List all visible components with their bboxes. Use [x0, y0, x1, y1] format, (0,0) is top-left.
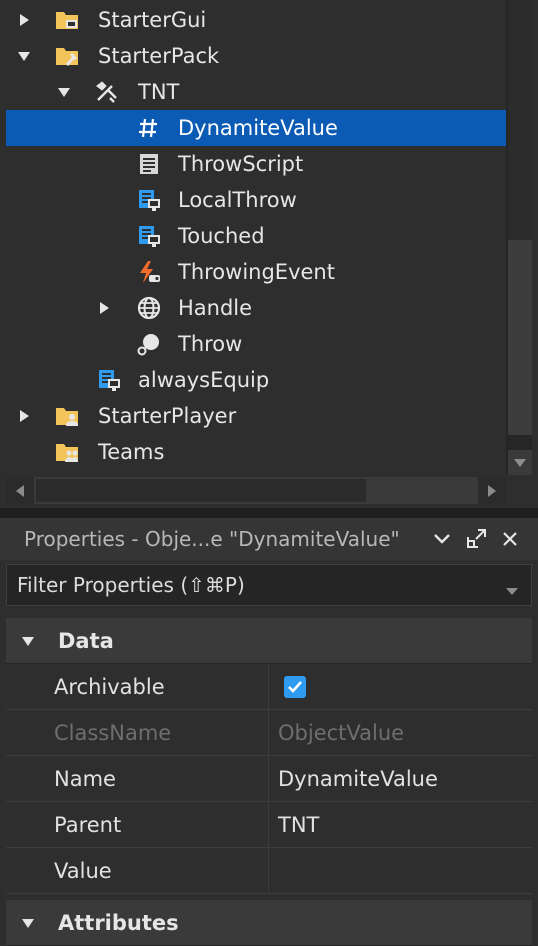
folder-pack-icon: [54, 44, 80, 68]
dropdown-arrow-icon[interactable]: [505, 581, 519, 600]
tree-item-label: StarterPack: [98, 44, 220, 68]
scrollbar-thumb[interactable]: [36, 479, 366, 502]
chevron-left-icon: [16, 484, 24, 497]
tree-item-label: TNT: [138, 80, 180, 104]
properties-title: Properties - Obje...e "DynamiteValue": [24, 527, 400, 551]
column-separator: [268, 802, 269, 848]
animation-icon: [136, 332, 162, 356]
tree-item-throwingevent[interactable]: ThrowingEvent: [6, 254, 506, 290]
property-row-value[interactable]: Value: [6, 848, 532, 894]
tree-item-startergui[interactable]: StarterGui: [6, 2, 506, 38]
vertical-scrollbar[interactable]: [506, 0, 532, 475]
tree-item-teams[interactable]: Teams: [6, 434, 506, 470]
tree-item-label: ThrowScript: [178, 152, 304, 176]
tree-item-label: alwaysEquip: [138, 368, 270, 392]
expand-arrow-icon[interactable]: [14, 2, 34, 38]
tree-item-tnt[interactable]: TNT: [6, 74, 506, 110]
tree-item-throwscript[interactable]: ThrowScript: [6, 146, 506, 182]
collapse-arrow-icon[interactable]: [18, 618, 38, 664]
panel-divider[interactable]: [0, 508, 538, 518]
filter-properties[interactable]: [6, 564, 532, 606]
category-label: Attributes: [58, 911, 179, 935]
tree-item-handle[interactable]: Handle: [6, 290, 506, 326]
property-name: Archivable: [54, 675, 165, 699]
property-row-archivable[interactable]: Archivable: [6, 664, 532, 710]
close-icon[interactable]: [498, 527, 522, 551]
horizontal-scrollbar[interactable]: [6, 477, 506, 504]
property-name: ClassName: [54, 721, 172, 745]
tree-item-label: Teams: [98, 440, 165, 464]
category-data[interactable]: Data: [6, 618, 532, 664]
chevron-right-icon: [488, 484, 496, 497]
tree-item-label: Handle: [178, 296, 253, 320]
mesh-part-icon: [136, 296, 162, 320]
collapse-arrow-icon[interactable]: [18, 900, 38, 946]
property-row-classname: ClassName ObjectValue: [6, 710, 532, 756]
property-row-parent[interactable]: Parent TNT: [6, 802, 532, 848]
tree-item-label: StarterPlayer: [98, 404, 237, 428]
folder-gui-icon: [54, 8, 80, 32]
archivable-checkbox[interactable]: [284, 676, 306, 698]
folder-player-icon: [54, 404, 80, 428]
folder-teams-icon: [54, 440, 80, 464]
column-separator: [268, 848, 269, 894]
undock-icon[interactable]: [464, 527, 488, 551]
property-value: ObjectValue: [278, 721, 405, 745]
tree-item-starterplayer[interactable]: StarterPlayer: [6, 398, 506, 434]
property-name: Parent: [54, 813, 122, 837]
object-value-icon: [136, 116, 162, 140]
properties-header: Properties - Obje...e "DynamiteValue": [0, 518, 538, 560]
property-row-name[interactable]: Name DynamiteValue: [6, 756, 532, 802]
property-name: Name: [54, 767, 116, 791]
local-script-icon: [136, 224, 162, 248]
tree-item-dynamitevalue[interactable]: DynamiteValue: [6, 110, 506, 146]
scroll-down-button[interactable]: [508, 450, 532, 475]
column-separator: [268, 710, 269, 756]
scroll-right-button[interactable]: [478, 477, 506, 504]
property-value-parent[interactable]: TNT: [278, 802, 319, 848]
explorer-tree: StarterGui StarterPack TNT DynamiteValue: [6, 0, 506, 475]
tree-item-throw[interactable]: Throw: [6, 326, 506, 362]
property-value-name[interactable]: DynamiteValue: [278, 756, 438, 802]
local-script-icon: [96, 368, 122, 392]
scrollbar-track[interactable]: [508, 0, 532, 240]
tree-item-touched[interactable]: Touched: [6, 218, 506, 254]
explorer-panel: StarterGui StarterPack TNT DynamiteValue: [0, 0, 538, 508]
category-label: Data: [58, 629, 114, 653]
checkmark-icon: [288, 681, 302, 693]
category-attributes[interactable]: Attributes: [6, 900, 532, 946]
column-separator: [268, 664, 269, 710]
remote-event-icon: [136, 260, 162, 284]
tree-item-label: StarterGui: [98, 8, 207, 32]
tree-item-starterpack[interactable]: StarterPack: [6, 38, 506, 74]
tree-item-label: DynamiteValue: [178, 116, 338, 140]
tree-item-label: Throw: [178, 332, 243, 356]
property-name: Value: [54, 859, 112, 883]
scrollbar-thumb[interactable]: [508, 240, 532, 435]
tree-item-label: ThrowingEvent: [178, 260, 335, 284]
scroll-left-button[interactable]: [6, 477, 34, 504]
tree-item-alwaysequip[interactable]: alwaysEquip: [6, 362, 506, 398]
script-icon: [136, 152, 162, 176]
properties-panel: Properties - Obje...e "DynamiteValue" Da…: [0, 518, 538, 946]
expand-arrow-icon[interactable]: [94, 290, 114, 326]
chevron-down-icon: [514, 458, 526, 467]
column-separator: [268, 756, 269, 802]
properties-grid: Data Archivable ClassName ObjectValue Na…: [6, 618, 532, 946]
collapse-arrow-icon[interactable]: [14, 38, 34, 74]
collapse-arrow-icon[interactable]: [54, 74, 74, 110]
panel-menu-chevron-icon[interactable]: [430, 527, 454, 551]
filter-properties-input[interactable]: [17, 565, 487, 605]
local-script-icon: [136, 188, 162, 212]
expand-arrow-icon[interactable]: [14, 398, 34, 434]
tree-item-localthrow[interactable]: LocalThrow: [6, 182, 506, 218]
tree-item-label: Touched: [178, 224, 265, 248]
tool-icon: [94, 80, 120, 104]
tree-item-label: LocalThrow: [178, 188, 297, 212]
